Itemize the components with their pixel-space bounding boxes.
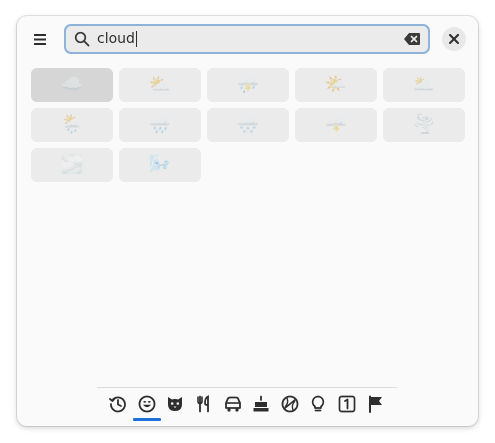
emoji-category-bar: [97, 387, 397, 426]
emoji-result-sun-behind-cloud[interactable]: ⛅: [119, 68, 201, 102]
emoji-result-cloud-snow[interactable]: 🌨️: [207, 108, 289, 142]
birthday-cake-icon: [253, 395, 269, 412]
emoji-result-cloud-lightning-rain[interactable]: ⛈️: [207, 68, 289, 102]
fork-knife-icon: [197, 395, 209, 413]
category-tab-symbols[interactable]: [304, 388, 333, 420]
emoji-glyph: 🌩️: [324, 114, 348, 135]
emoji-result-sun-large-cloud[interactable]: 🌥️: [383, 68, 465, 102]
clear-search-button[interactable]: [403, 31, 421, 47]
emoji-glyph: 🌬️: [148, 154, 172, 175]
emoji-glyph: 🌤️: [324, 74, 348, 95]
category-tab-recent[interactable]: [104, 388, 133, 420]
emoji-glyph: 🌨️: [236, 114, 260, 135]
emoji-results-grid: ☁️ ⛅ ⛈️ 🌤️ 🌥️ 🌦️ 🌧️ 🌨️ 🌩️ 🌪️ 🌫️ 🌬️: [31, 68, 465, 182]
emoji-result-cloud-rain[interactable]: 🌧️: [119, 108, 201, 142]
category-tab-food[interactable]: [190, 388, 219, 420]
emoji-picker-window: cloud ☁️ ⛅ ⛈️ 🌤️ 🌥️ 🌦️ 🌧️ 🌨️ 🌩️ 🌪️ 🌫️ 🌬️: [17, 16, 478, 426]
search-entry[interactable]: cloud: [64, 24, 430, 54]
category-tab-animals[interactable]: [161, 388, 190, 420]
text-caret: [135, 31, 137, 47]
category-tab-flags[interactable]: [361, 388, 390, 420]
emoji-glyph: 🌫️: [60, 154, 84, 175]
search-query-text: cloud: [97, 31, 135, 47]
emoji-glyph: ⛅: [148, 74, 172, 95]
lightbulb-icon: [312, 395, 325, 412]
category-tab-numbers[interactable]: [333, 388, 362, 420]
flag-icon: [368, 395, 382, 413]
number-one-icon: [338, 395, 356, 413]
search-icon: [73, 30, 91, 48]
ball-icon: [281, 395, 299, 413]
close-icon: [449, 34, 459, 44]
hamburger-menu-icon: [34, 33, 46, 45]
emoji-result-cloud[interactable]: ☁️: [31, 68, 113, 102]
emoji-glyph: 🌧️: [148, 114, 172, 135]
emoji-result-sun-small-cloud[interactable]: 🌤️: [295, 68, 377, 102]
emoji-glyph: 🌦️: [60, 114, 84, 135]
emoji-result-tornado[interactable]: 🌪️: [383, 108, 465, 142]
close-button[interactable]: [442, 27, 466, 51]
category-tab-smileys[interactable]: [132, 388, 162, 421]
category-tab-activities[interactable]: [247, 388, 276, 420]
smiley-face-icon: [138, 395, 156, 413]
category-tab-travel[interactable]: [218, 388, 247, 420]
emoji-result-cloud-lightning[interactable]: 🌩️: [295, 108, 377, 142]
menu-button[interactable]: [27, 26, 53, 52]
backspace-clear-icon: [404, 33, 420, 45]
emoji-glyph: ⛈️: [236, 74, 260, 95]
emoji-glyph: 🌪️: [412, 114, 436, 135]
emoji-result-wind-face[interactable]: 🌬️: [119, 148, 201, 182]
search-input[interactable]: cloud: [97, 31, 137, 47]
emoji-glyph: 🌥️: [412, 74, 436, 95]
emoji-result-sun-rain-cloud[interactable]: 🌦️: [31, 108, 113, 142]
emoji-glyph: ☁️: [60, 74, 84, 95]
car-icon: [224, 396, 241, 412]
emoji-result-fog[interactable]: 🌫️: [31, 148, 113, 182]
category-tab-objects[interactable]: [276, 388, 305, 420]
recent-history-icon: [109, 396, 127, 413]
animal-face-icon: [168, 397, 183, 411]
